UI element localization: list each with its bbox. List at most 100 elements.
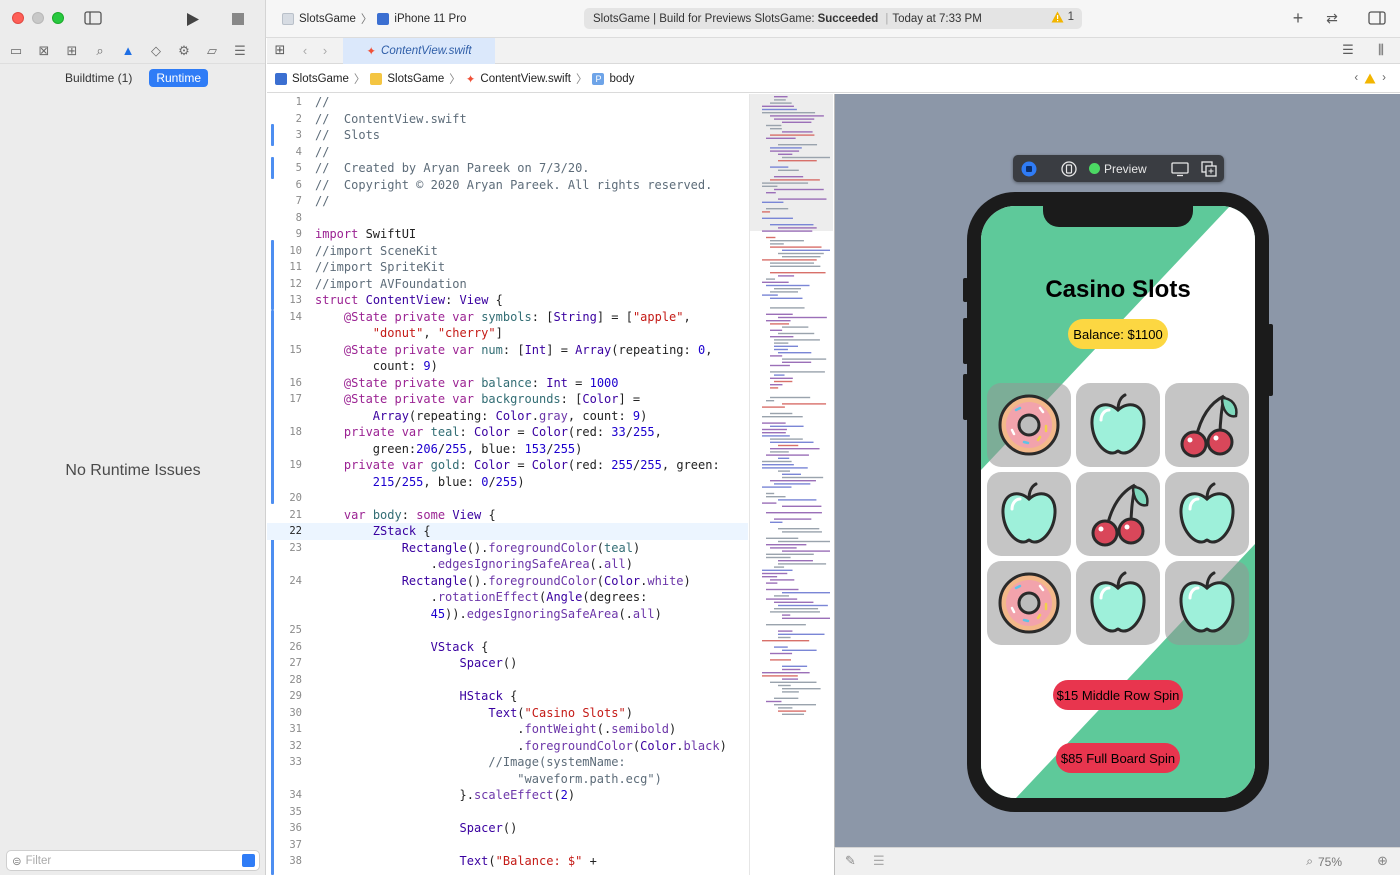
code-line[interactable]: 1 // [267,94,748,111]
code-line[interactable]: 36 Spacer() [267,820,748,837]
minimize-window-button[interactable] [32,12,44,24]
code-line[interactable]: 33 //Image(systemName: [267,754,748,771]
zoom-control[interactable]: ⌕ 75% [1306,854,1342,869]
code-line[interactable]: 34 }.scaleEffect(2) [267,787,748,804]
code-line[interactable]: 10 //import SceneKit [267,243,748,260]
code-line[interactable]: Array(repeating: Color.gray, count: 9) [267,408,748,425]
symbol-navigator-icon[interactable]: ⊞ [64,43,80,59]
warning-indicator[interactable]: 1 [1051,11,1074,23]
code-line[interactable]: 24 Rectangle().foregroundColor(Color.whi… [267,573,748,590]
tab-contentview[interactable]: ✦ ContentView.swift [343,38,495,64]
code-line[interactable]: 215/255, blue: 0/255) [267,474,748,491]
breadcrumb-symbol[interactable]: body [609,73,634,85]
stop-icon[interactable] [231,12,245,26]
device-settings-icon[interactable] [1061,160,1077,177]
code-line[interactable]: 26 VStack { [267,639,748,656]
add-library-icon[interactable]: + [1290,8,1306,28]
breadcrumb-project[interactable]: SlotsGame [292,73,349,85]
full-board-spin-button[interactable]: $85 Full Board Spin [1056,743,1180,773]
code-line[interactable]: 9 import SwiftUI [267,226,748,243]
report-navigator-icon[interactable]: ☰ [232,43,248,59]
code-line[interactable]: 5 // Created by Aryan Pareek on 7/3/20. [267,160,748,177]
preview-canvas[interactable]: Preview Casino Slots Balance: $1100 $15 … [834,94,1400,847]
code-line[interactable]: 11 //import SpriteKit [267,259,748,276]
code-review-icon[interactable]: ⇄ [1322,10,1342,26]
filter-options-icon[interactable] [242,854,255,867]
code-line[interactable]: 6 // Copyright © 2020 Aryan Pareek. All r… [267,177,748,194]
code-line[interactable]: 31 .fontWeight(.semibold) [267,721,748,738]
forward-icon[interactable]: › [319,43,331,58]
code-line[interactable]: 13 struct ContentView: View { [267,292,748,309]
issue-navigator-icon[interactable]: ▲ [120,43,136,58]
code-line[interactable]: 22 ZStack { [267,523,748,540]
scheme-selector[interactable]: SlotsGame 〉 iPhone 11 Pro [282,11,466,27]
code-line[interactable]: 3 // Slots [267,127,748,144]
code-line[interactable]: 12 //import AVFoundation [267,276,748,293]
code-line[interactable]: 45)).edgesIgnoringSafeArea(.all) [267,606,748,623]
related-items-icon[interactable]: ⊞ [273,42,287,57]
code-line[interactable]: 16 @State private var balance: Int = 100… [267,375,748,392]
code-line[interactable]: 27 Spacer() [267,655,748,672]
code-line[interactable]: 2 // ContentView.swift [267,111,748,128]
toggle-navigator-icon[interactable] [84,11,102,25]
breadcrumb-group[interactable]: SlotsGame [387,73,444,85]
code-line[interactable]: 30 Text("Casino Slots") [267,705,748,722]
zoom-window-button[interactable] [52,12,64,24]
editor-options-icon[interactable]: ☰ [1339,42,1357,57]
code-text: 215/255, blue: 0/255) [372,474,525,489]
live-preview-icon[interactable] [1021,161,1037,177]
code-line[interactable]: 7 // [267,193,748,210]
close-window-button[interactable] [12,12,24,24]
code-line[interactable]: 28 [267,672,748,689]
test-navigator-icon[interactable]: ◇ [148,43,164,59]
issue-stepper[interactable]: ‹ › [1354,72,1386,84]
code-line[interactable]: count: 9) [267,358,748,375]
preview-status[interactable]: Preview [1089,162,1147,176]
run-play-icon[interactable] [185,11,201,27]
code-line[interactable]: 32 .foregroundColor(Color.black) [267,738,748,755]
run-on-device-icon[interactable] [1171,161,1189,177]
project-navigator-icon[interactable]: ▭ [8,43,24,59]
code-line[interactable]: 8 [267,210,748,227]
pin-icon[interactable]: ✎ [845,853,856,869]
minimap[interactable] [749,94,833,875]
debug-navigator-icon[interactable]: ⚙ [176,43,192,59]
preview-list-icon[interactable]: ☰ [873,853,885,869]
segment-runtime[interactable]: Runtime [149,69,209,87]
zoom-fit-icon[interactable]: ⊕ [1377,853,1388,869]
code-line[interactable]: .edgesIgnoringSafeArea(.all) [267,556,748,573]
source-control-icon[interactable]: ⊠ [36,43,52,59]
next-issue-icon[interactable]: › [1382,72,1386,84]
code-line[interactable]: 21 var body: some View { [267,507,748,524]
code-line[interactable]: "donut", "cherry"] [267,325,748,342]
previous-issue-icon[interactable]: ‹ [1354,72,1358,84]
code-line[interactable]: 35 [267,804,748,821]
code-line[interactable]: 15 @State private var num: [Int] = Array… [267,342,748,359]
breakpoint-navigator-icon[interactable]: ▱ [204,43,220,59]
filter-field[interactable]: ⊜ Filter [6,850,260,871]
code-line[interactable]: 14 @State private var symbols: [String] … [267,309,748,326]
code-line[interactable]: .rotationEffect(Angle(degrees: [267,589,748,606]
code-line[interactable]: 19 private var gold: Color = Color(red: … [267,457,748,474]
code-line[interactable]: 37 [267,837,748,854]
code-line[interactable]: 29 HStack { [267,688,748,705]
code-line[interactable]: 23 Rectangle().foregroundColor(teal) [267,540,748,557]
back-icon[interactable]: ‹ [299,43,311,58]
code-line[interactable]: 20 [267,490,748,507]
middle-row-spin-button[interactable]: $15 Middle Row Spin [1053,680,1183,710]
code-line[interactable]: 4 // [267,144,748,161]
source-editor[interactable]: 1 // 2 // ContentView.swift 3 // Slots 4 // 5 // … [267,94,748,875]
split-editor-icon[interactable]: ⫼ [1373,42,1389,57]
code-line[interactable]: 17 @State private var backgrounds: [Colo… [267,391,748,408]
breadcrumb-file[interactable]: ContentView.swift [480,73,571,85]
code-line[interactable]: "waveform.path.ecg") [267,771,748,788]
code-line[interactable]: 25 [267,622,748,639]
code-line[interactable]: 18 private var teal: Color = Color(red: … [267,424,748,441]
segment-buildtime[interactable]: Buildtime (1) [58,69,139,87]
code-line[interactable]: green:206/255, blue: 153/255) [267,441,748,458]
toggle-inspector-icon[interactable] [1368,11,1386,25]
find-navigator-icon[interactable]: ⌕ [92,43,108,59]
code-line[interactable]: 38 Text("Balance: $" + [267,853,748,870]
duplicate-preview-icon[interactable] [1201,160,1217,177]
activity-viewer[interactable]: SlotsGame | Build for Previews SlotsGame… [584,8,1082,29]
